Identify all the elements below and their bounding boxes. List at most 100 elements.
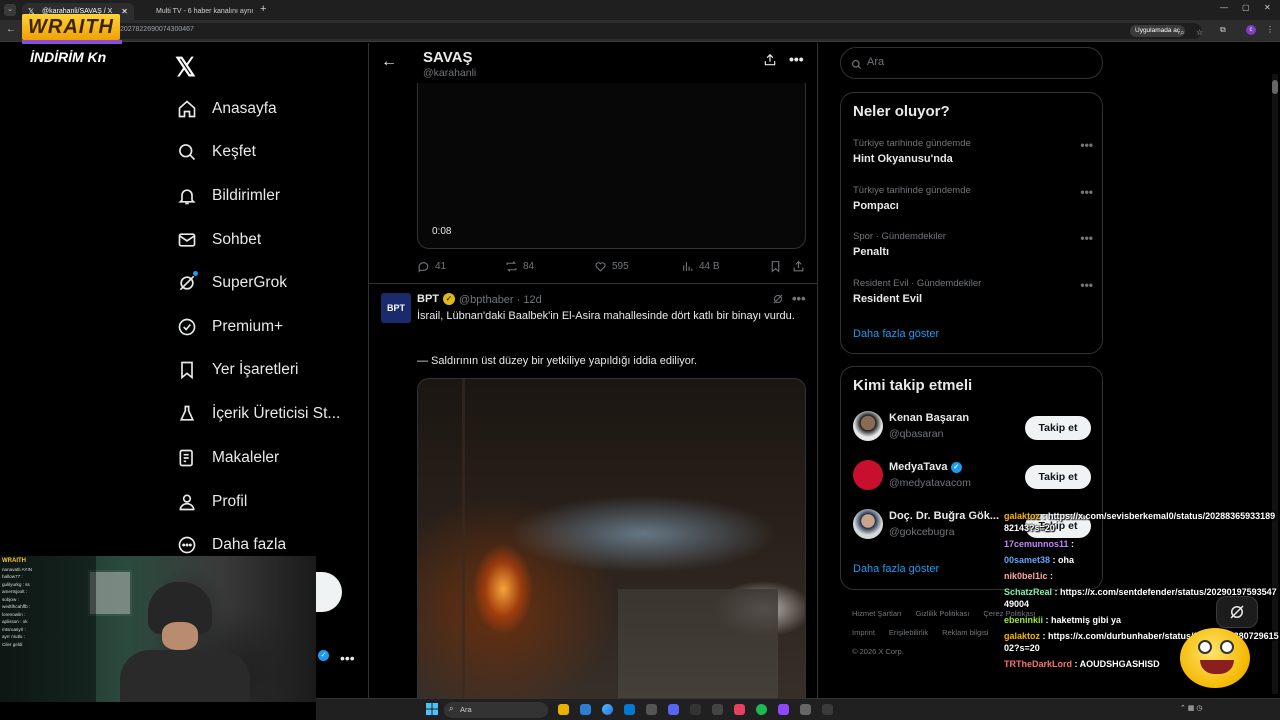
zoom-icon[interactable]: ⌕ (1180, 28, 1184, 38)
avatar[interactable] (853, 411, 883, 441)
nav-item-notifications[interactable]: Bildirimler (174, 179, 280, 213)
trend-item[interactable]: Türkiye tarihinde gündemde Pompacı ••• (853, 185, 1093, 212)
account-more-icon[interactable]: ••• (340, 650, 355, 666)
chrome-icon[interactable] (602, 704, 613, 715)
footer-link[interactable]: Gizlilik Politikası (916, 609, 970, 618)
chat-message: 00samet38 : oha (1004, 554, 1280, 566)
follow-button[interactable]: Takip et (1025, 465, 1091, 489)
trend-more-icon[interactable]: ••• (1080, 231, 1093, 245)
trend-item[interactable]: Resident Evil · Gündemdekiler Resident E… (853, 278, 1093, 305)
close-window-icon[interactable]: ✕ (1264, 3, 1271, 12)
image-detail (462, 379, 465, 720)
footer-link[interactable]: Imprint (852, 628, 875, 637)
footer-link[interactable]: Reklam bilgisi (942, 628, 988, 637)
profile-avatar[interactable]: c (1246, 25, 1256, 35)
maximize-icon[interactable]: ▢ (1242, 3, 1250, 12)
author-handle[interactable]: @bpthaber (459, 294, 514, 306)
discord-icon[interactable] (668, 704, 679, 715)
chat-username: galaktoz (1004, 631, 1041, 641)
more-circle-icon (174, 532, 200, 558)
windows-start-icon[interactable] (426, 703, 438, 715)
nav-item-explore[interactable]: Keşfet (174, 135, 256, 169)
follow-suggestion[interactable]: Kenan Başaran @qbasaran Takip et (853, 411, 1093, 443)
nav-item-profile[interactable]: Profil (174, 485, 247, 519)
nav-item-bookmarks[interactable]: Yer İşaretleri (174, 353, 298, 387)
suggestion-name[interactable]: MedyaTava ✓ (889, 461, 962, 473)
tweet-media-image[interactable] (417, 378, 806, 720)
nav-item-home[interactable]: Anasayfa (174, 92, 277, 126)
views-button[interactable]: 44 B (681, 260, 720, 273)
show-more-link[interactable]: Daha fazla göster (853, 563, 939, 575)
trend-more-icon[interactable]: ••• (1080, 278, 1093, 292)
bookmark-button[interactable] (769, 260, 787, 273)
spotify-icon[interactable] (756, 704, 767, 715)
browser-menu-icon[interactable]: ⋮ (1266, 25, 1274, 34)
avatar[interactable] (853, 460, 883, 490)
follow-button[interactable]: Takip et (1025, 416, 1091, 440)
nav-item-chat[interactable]: Sohbet (174, 223, 261, 257)
taskbar-app-icon[interactable] (646, 704, 657, 715)
open-in-app-button[interactable]: Uygulamada aç (1130, 25, 1186, 37)
bookmark-star-icon[interactable]: ☆ (1196, 28, 1203, 37)
nav-label: Yer İşaretleri (212, 361, 299, 378)
share-icon[interactable] (763, 53, 777, 72)
back-arrow-icon[interactable]: ← (381, 53, 397, 71)
repost-button[interactable]: 84 (505, 260, 534, 273)
trend-item[interactable]: Türkiye tarihinde gündemde Hint Okyanusu… (853, 138, 1093, 165)
extensions-icon[interactable]: ⧉ (1220, 25, 1226, 35)
twitch-icon[interactable] (778, 704, 789, 715)
footer-link[interactable]: Erişilebilirlik (889, 628, 928, 637)
address-bar[interactable]: /2027822690074300467 Uygulamada aç ⌕ ☆ (22, 23, 1203, 39)
system-tray[interactable]: ⌃ ▦ ◷ (1180, 704, 1202, 712)
author-meta: @bpthaber · 12d (459, 294, 542, 306)
header-more-icon[interactable]: ••• (789, 51, 804, 67)
show-more-link[interactable]: Daha fazla göster (853, 328, 939, 340)
suggestion-name[interactable]: Doç. Dr. Buğra Gök... (889, 510, 999, 522)
close-tab-icon[interactable]: ✕ (121, 3, 128, 20)
taskbar-app-icon[interactable] (580, 704, 591, 715)
nav-item-creator-studio[interactable]: İçerik Üreticisi St... (174, 397, 340, 431)
avatar[interactable] (853, 509, 883, 539)
x-logo-icon[interactable]: 𝕏 (175, 52, 196, 83)
browser-tab-multitv[interactable]: Multi TV - 6 haber kanalını aynı (136, 3, 258, 20)
nav-label: SuperGrok (212, 274, 287, 291)
grok-icon[interactable] (772, 292, 784, 310)
reply-count: 41 (435, 261, 447, 272)
suggestion-handle: @qbasaran (889, 428, 944, 440)
trend-more-icon[interactable]: ••• (1080, 138, 1093, 152)
stream-overlay-text: İNDİRİM Kn (30, 49, 107, 65)
follow-suggestion[interactable]: MedyaTava ✓ @medyatavacom Takip et (853, 460, 1093, 492)
reply-button[interactable]: 41 (417, 260, 446, 273)
scrollbar-thumb[interactable] (1272, 80, 1278, 94)
nav-item-articles[interactable]: Makaleler (174, 441, 279, 475)
page-header: ← SAVAŞ @karahanli ••• (369, 43, 817, 83)
video-player[interactable]: 0:08 (417, 83, 806, 249)
browser-back-icon[interactable]: ← (6, 24, 16, 35)
minimize-icon[interactable]: — (1220, 3, 1228, 12)
file-explorer-icon[interactable] (558, 704, 569, 715)
taskbar-search[interactable]: ⌕ Ara (444, 702, 548, 718)
taskbar-app-icon[interactable] (734, 704, 745, 715)
suggestion-name[interactable]: Kenan Başaran (889, 412, 969, 424)
like-button[interactable]: 595 (594, 260, 629, 273)
nav-item-premium[interactable]: Premium+ (174, 310, 283, 344)
taskbar-app-icon[interactable] (800, 704, 811, 715)
tweet-more-icon[interactable]: ••• (792, 291, 806, 306)
verified-icon (174, 314, 200, 340)
footer-link[interactable]: Hizmet Şartları (852, 609, 902, 618)
trend-item[interactable]: Spor · Gündemdekiler Penaltı ••• (853, 231, 1093, 258)
heart-icon (595, 262, 606, 272)
share-button[interactable] (792, 260, 810, 273)
new-tab-icon[interactable]: + (260, 3, 266, 15)
tweet-time[interactable]: 12d (523, 294, 541, 306)
author-name[interactable]: BPT (417, 293, 439, 305)
taskbar-app-icon[interactable] (690, 704, 701, 715)
tab-search-icon[interactable]: ⌄ (4, 4, 16, 16)
edge-icon[interactable] (624, 704, 635, 715)
taskbar-app-icon[interactable] (712, 704, 723, 715)
search-input[interactable]: Ara (840, 47, 1103, 79)
nav-item-supergrok[interactable]: SuperGrok (174, 266, 287, 300)
taskbar-app-icon[interactable] (822, 704, 833, 715)
trend-more-icon[interactable]: ••• (1080, 185, 1093, 199)
avatar[interactable]: BPT (381, 293, 411, 323)
